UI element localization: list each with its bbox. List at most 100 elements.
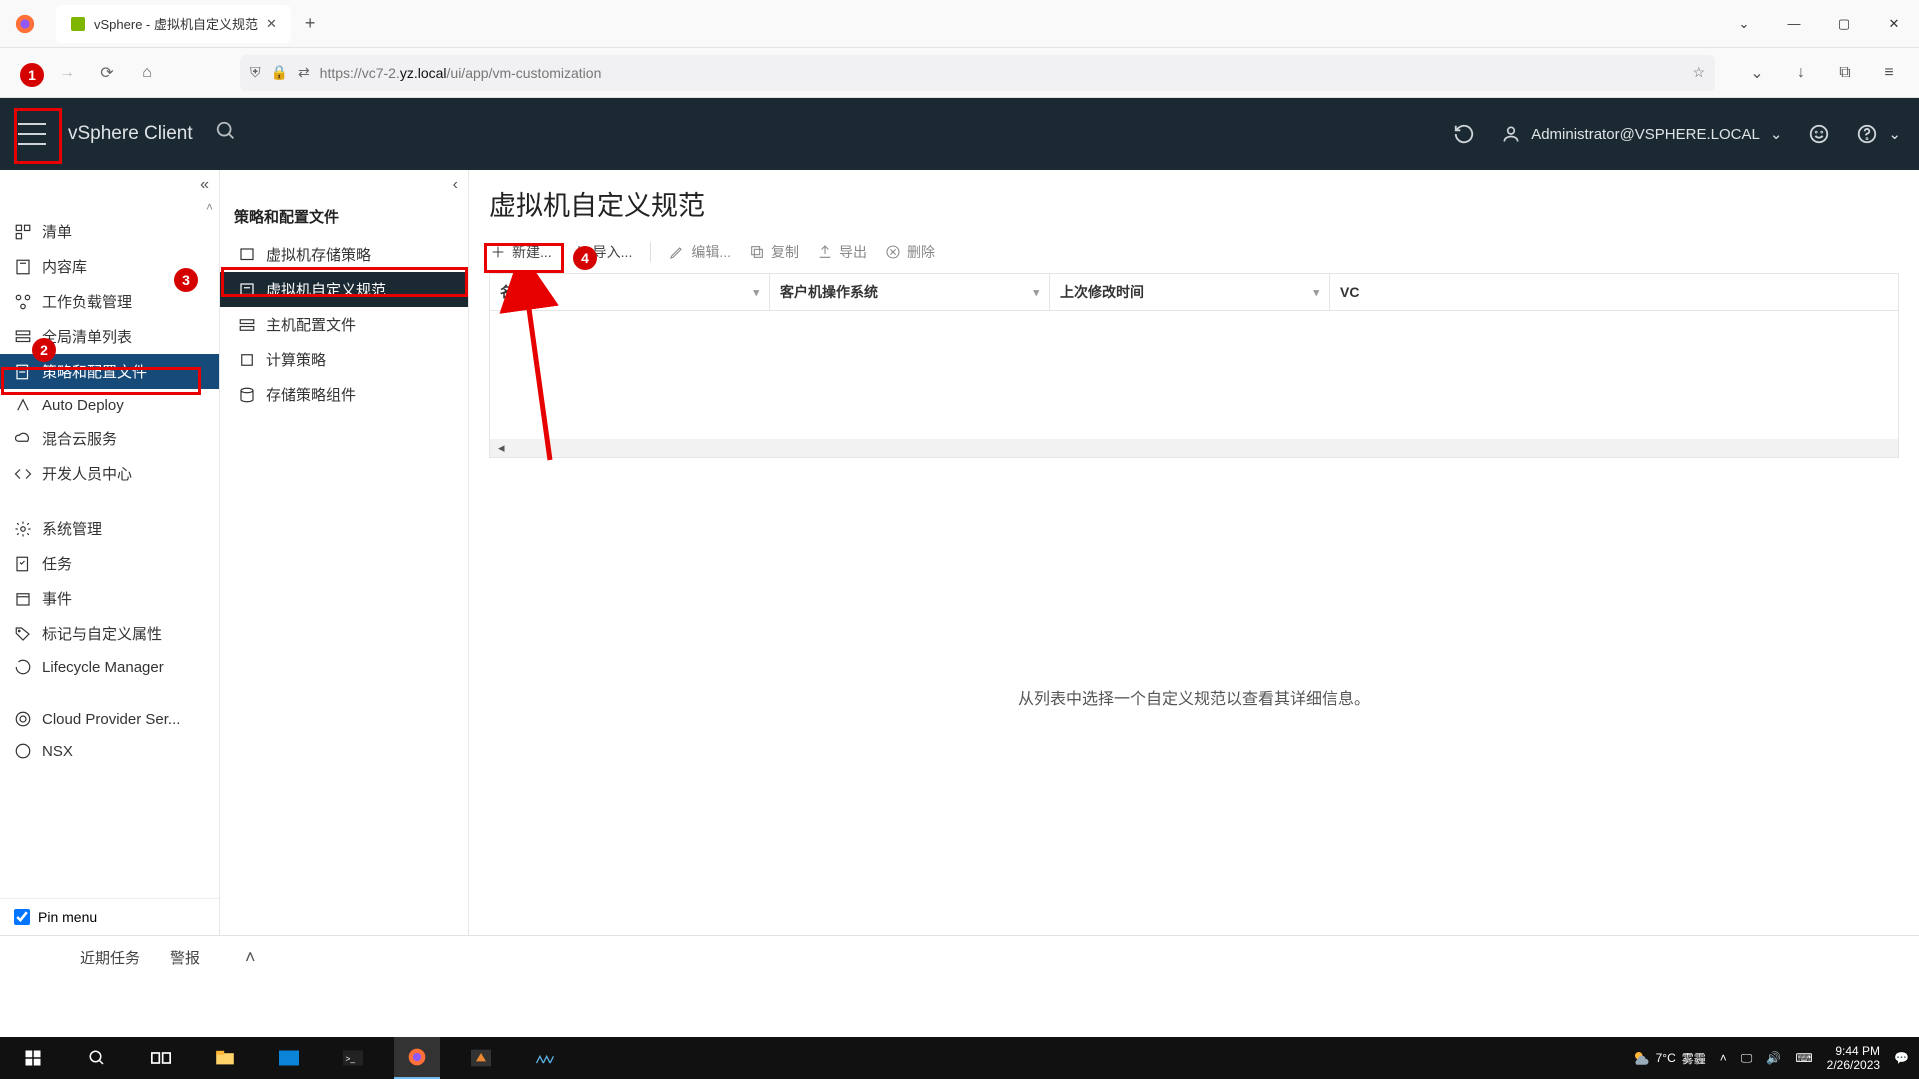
sub-nav-collapse[interactable]: ‹ [220, 170, 468, 200]
search-button[interactable] [215, 120, 237, 148]
help-icon [1856, 123, 1878, 145]
tray-volume-icon[interactable]: 🔊 [1766, 1051, 1781, 1065]
vsphere-favicon-icon [70, 16, 86, 32]
tray-monitor-icon[interactable]: 🖵 [1741, 1051, 1753, 1066]
tab-title: vSphere - 虚拟机自定义规范 [94, 14, 258, 33]
sub-item-vm-customization[interactable]: 虚拟机自定义规范 [220, 272, 468, 307]
nav-nsx[interactable]: NSX [0, 735, 219, 767]
window-close-button[interactable]: ✕ [1869, 16, 1919, 32]
taskbar-clock[interactable]: 9:44 PM 2/26/2023 [1827, 1044, 1880, 1073]
nav-policies-profiles[interactable]: 策略和配置文件 [0, 354, 219, 389]
sub-item-storage-components[interactable]: 存储策略组件 [220, 377, 468, 412]
desktop-app-icon[interactable] [266, 1037, 312, 1079]
col-name[interactable]: 名称▾ [490, 274, 770, 310]
help-menu[interactable]: ⌄ [1856, 123, 1901, 145]
pin-menu-row[interactable]: Pin menu [0, 898, 219, 935]
nav-hybrid-cloud[interactable]: 混合云服务 [0, 421, 219, 456]
grid-hscroll[interactable]: ◂ [490, 439, 1898, 457]
page-title: 虚拟机自定义规范 [489, 184, 1899, 223]
extensions-icon[interactable]: ⧉ [1825, 56, 1865, 90]
bookmark-star-icon[interactable]: ☆ [1692, 64, 1705, 81]
nav-tags[interactable]: 标记与自定义属性 [0, 616, 219, 651]
nav-inventory[interactable]: 清单 [0, 214, 219, 249]
import-button[interactable]: 导入... [571, 242, 633, 262]
app-title: vSphere Client [68, 123, 193, 145]
pocket-icon[interactable]: ⌄ [1737, 56, 1777, 90]
left-nav-collapse[interactable]: « [0, 170, 219, 200]
firefox-app-icon[interactable] [394, 1037, 440, 1079]
weather-widget[interactable]: 7°C 雾霾 [1632, 1049, 1706, 1067]
shield-icon: ⛨ [250, 64, 261, 81]
app-header: vSphere Client Administrator@VSPHERE.LOC… [0, 98, 1919, 170]
export-button[interactable]: 导出 [817, 242, 867, 262]
url-text: https://vc7-2.yz.local/ui/app/vm-customi… [320, 65, 602, 81]
nav-home-button[interactable]: ⌂ [130, 56, 164, 90]
nav-tasks[interactable]: 任务 [0, 546, 219, 581]
nav-forward-button[interactable]: → [50, 56, 84, 90]
app-icon-1[interactable] [458, 1037, 504, 1079]
user-menu[interactable]: Administrator@VSPHERE.LOCAL ⌄ [1501, 124, 1782, 144]
app-icon-2[interactable] [522, 1037, 568, 1079]
window-minimize-button[interactable]: — [1769, 16, 1819, 32]
nav-events[interactable]: 事件 [0, 581, 219, 616]
lock-icon: 🔒 [271, 64, 288, 81]
sub-item-compute-policies[interactable]: 计算策略 [220, 342, 468, 377]
tray-ime-icon[interactable]: ⌨ [1795, 1051, 1812, 1065]
app-menu-icon[interactable]: ≡ [1869, 56, 1909, 90]
terminal-app-icon[interactable]: >_ [330, 1037, 376, 1079]
tray-expand-icon[interactable]: ˄ [1720, 1051, 1727, 1065]
nav-content-library[interactable]: 内容库 [0, 249, 219, 284]
new-button[interactable]: 新建... [489, 241, 553, 263]
nav-back-button[interactable]: ← [10, 56, 44, 90]
window-titlebar: vSphere - 虚拟机自定义规范 ✕ + ⌄ — ▢ ✕ [0, 0, 1919, 48]
tab-dropdown-icon[interactable]: ⌄ [1719, 16, 1769, 32]
col-os[interactable]: 客户机操作系统▾ [770, 274, 1050, 310]
tasks-expand-icon[interactable]: ˄ [245, 947, 256, 968]
recent-tasks-tab[interactable]: 近期任务 [80, 947, 140, 968]
nav-workload[interactable]: 工作负载管理 [0, 284, 219, 319]
pin-menu-checkbox[interactable] [14, 909, 30, 925]
data-grid: 名称▾ 客户机操作系统▾ 上次修改时间▾ VC ◂ [489, 273, 1899, 458]
browser-tab[interactable]: vSphere - 虚拟机自定义规范 ✕ [56, 5, 291, 43]
edit-button[interactable]: 编辑... [669, 242, 731, 262]
refresh-icon[interactable] [1453, 123, 1475, 145]
task-view-icon[interactable] [138, 1037, 184, 1079]
downloads-icon[interactable]: ↓ [1781, 56, 1821, 90]
col-vc[interactable]: VC [1330, 274, 1898, 310]
taskbar-search-icon[interactable] [74, 1037, 120, 1079]
start-button[interactable] [10, 1037, 56, 1079]
grid-header: 名称▾ 客户机操作系统▾ 上次修改时间▾ VC [490, 274, 1898, 311]
alerts-tab[interactable]: 警报 [170, 947, 200, 968]
pin-menu-label: Pin menu [38, 909, 97, 925]
sub-item-vm-storage[interactable]: 虚拟机存储策略 [220, 237, 468, 272]
tab-close-icon[interactable]: ✕ [266, 16, 277, 32]
nav-global-inventory[interactable]: 全局清单列表 [0, 319, 219, 354]
explorer-app-icon[interactable] [202, 1037, 248, 1079]
window-maximize-button[interactable]: ▢ [1819, 16, 1869, 32]
windows-taskbar: >_ 7°C 雾霾 ˄ 🖵 🔊 ⌨ 9:44 PM 2/26/2023 💬 [0, 1037, 1919, 1079]
firefox-logo-icon [0, 13, 50, 35]
new-tab-button[interactable]: + [291, 13, 330, 34]
nav-lifecycle[interactable]: Lifecycle Manager [0, 651, 219, 683]
menu-toggle-button[interactable] [18, 123, 46, 145]
left-nav: « ˄ 清单 内容库 工作负载管理 全局清单列表 策略和配置文件 Auto De… [0, 170, 220, 935]
col-modified[interactable]: 上次修改时间▾ [1050, 274, 1330, 310]
notifications-icon[interactable]: 💬 [1894, 1051, 1909, 1065]
browser-toolbar: ← → ⟳ ⌂ ⛨ 🔒 ⇄ https://vc7-2.yz.local/ui/… [0, 48, 1919, 98]
sub-item-host-profiles[interactable]: 主机配置文件 [220, 307, 468, 342]
nav-auto-deploy[interactable]: Auto Deploy [0, 389, 219, 421]
nav-dev-center[interactable]: 开发人员中心 [0, 456, 219, 491]
svg-text:>_: >_ [346, 1053, 356, 1063]
chevron-down-icon: ⌄ [1770, 125, 1783, 143]
copy-button[interactable]: 复制 [749, 242, 799, 262]
scroll-up-icon[interactable]: ˄ [0, 200, 219, 214]
url-bar[interactable]: ⛨ 🔒 ⇄ https://vc7-2.yz.local/ui/app/vm-c… [240, 55, 1715, 91]
sub-nav-header: 策略和配置文件 [220, 200, 468, 237]
nav-reload-button[interactable]: ⟳ [90, 56, 124, 90]
nav-administration[interactable]: 系统管理 [0, 511, 219, 546]
sub-nav: ‹ 策略和配置文件 虚拟机存储策略 虚拟机自定义规范 主机配置文件 计算策略 存… [220, 170, 469, 935]
delete-button[interactable]: 删除 [885, 242, 935, 262]
smiley-icon[interactable] [1808, 123, 1830, 145]
nav-cloud-provider[interactable]: Cloud Provider Ser... [0, 703, 219, 735]
content-area: 虚拟机自定义规范 新建... 导入... 编辑... 复制 导出 删除 名称▾ … [469, 170, 1919, 935]
